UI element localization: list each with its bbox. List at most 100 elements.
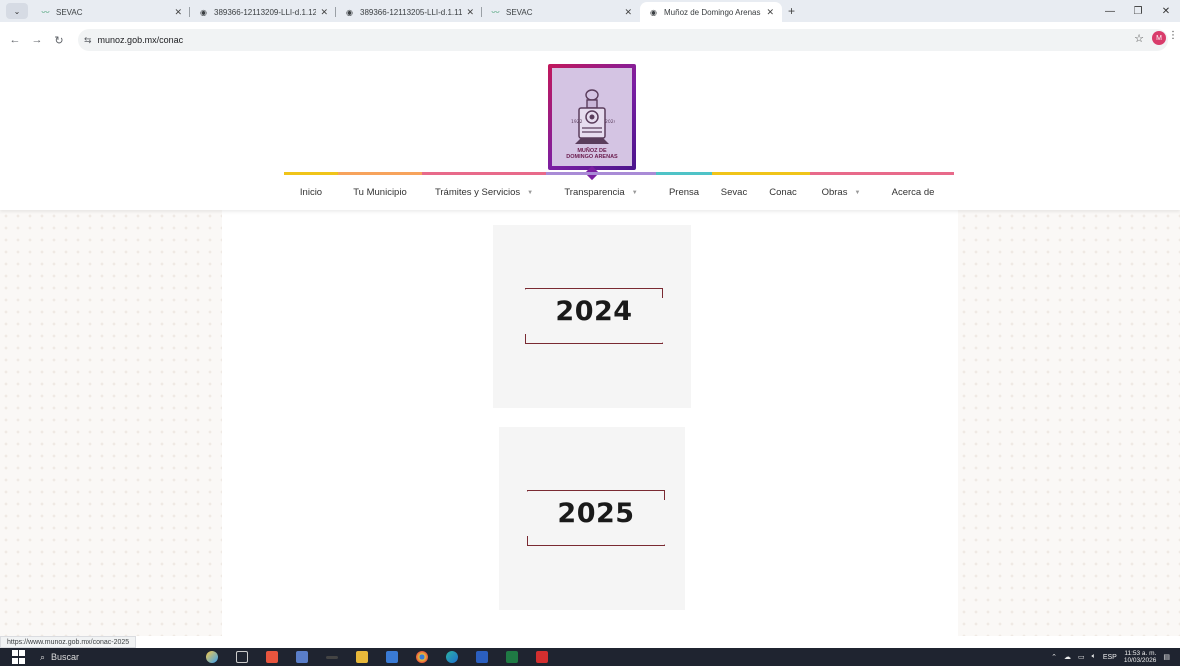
web-page: 1922 2024 MUÑOZ DE DOMINGO ARENAS Inicio… [0,58,1180,636]
nav-label: Trámites y Servicios [434,187,521,198]
logo-text: MUÑOZ DE DOMINGO ARENAS [566,148,617,160]
file-explorer-icon[interactable] [356,651,368,663]
browser-tab-munoz[interactable]: ◉ Muñoz de Domingo Arenas ✕ [640,2,782,22]
year-card-2025[interactable]: 2025 [499,427,685,610]
url-text: munoz.gob.mx/conac [97,35,184,45]
chrome-profile-icon[interactable] [266,651,278,663]
close-icon[interactable]: ✕ [466,7,474,18]
nav-item-tu-municipio[interactable]: Tu Municipio [338,172,422,210]
clock-date: 10/03/2026 [1123,657,1157,664]
year-label: 2024 [555,296,633,327]
search-icon: ⌕ [40,651,46,662]
year-frame: 2024 [525,288,663,344]
clock[interactable]: 11:53 a. m. 10/03/2026 [1124,650,1157,664]
nav-item-acerca-de[interactable]: Acerca de [872,172,954,210]
minimized-app-icon[interactable] [326,655,338,659]
logo-year-left: 1922 [571,119,583,125]
edge-icon[interactable] [446,651,458,663]
address-bar[interactable]: ⇆ munoz.gob.mx/conac [78,29,1168,51]
nav-item-prensa[interactable]: Prensa [656,172,712,210]
nav-item-inicio[interactable]: Inicio [284,172,338,210]
nav-label: Inicio [299,187,323,198]
nav-item-transparencia[interactable]: Transparencia ▼ [546,172,656,210]
chevron-down-icon: ▼ [631,189,638,196]
new-tab-button[interactable]: + [788,4,795,18]
store-icon[interactable] [386,651,398,663]
profile-avatar[interactable]: M [1152,31,1166,45]
excel-icon[interactable] [506,651,518,663]
reload-icon[interactable]: ↻ [50,34,68,47]
chrome-icon[interactable] [416,651,428,663]
logo-emblem: 1922 2024 MUÑOZ DE DOMINGO ARENAS [552,68,632,166]
volume-icon[interactable]: 🔈︎ [1092,653,1096,661]
main-navigation: Inicio Tu Municipio Trámites y Servicios… [284,172,954,210]
tab-search-button[interactable]: ⌄ [6,3,28,19]
nav-label: Sevac [720,187,748,198]
bookmark-star-icon[interactable]: ☆ [1134,32,1144,45]
year-label: 2025 [557,498,635,529]
close-icon[interactable]: ✕ [320,7,328,18]
calculator-icon[interactable] [296,651,308,663]
nav-item-obras[interactable]: Obras ▼ [810,172,872,210]
back-arrow-icon[interactable]: ← [6,34,24,46]
nav-label: Prensa [668,187,700,198]
tab-title: 389366-12113205-LLI-d.1.11_... [360,7,463,17]
decorative-pattern-right [958,210,1180,636]
taskbar-search[interactable]: ⌕ Buscar [40,649,162,665]
nav-label: Acerca de [891,187,935,198]
task-view-icon[interactable] [236,651,248,663]
locomotive-icon: 1922 2024 [571,89,615,144]
acrobat-icon[interactable] [536,651,548,663]
frame-bracket-bottom [527,536,665,546]
restore-icon[interactable]: ❐ [1124,6,1152,17]
logo-year-right: 2024 [605,119,615,125]
system-tray: ⌃ ☁ ▭ 🔈︎ ESP 11:53 a. m. 10/03/2026 ▤ [1044,648,1170,666]
browser-tab-strip: ⌄ 〰 SEVAC ✕ ◉ 389366-12113209-LLI-d.1.12… [0,0,1180,22]
nav-label: Obras [821,187,848,198]
browser-tab-sevac-2[interactable]: 〰 SEVAC ✕ [482,2,640,22]
copilot-icon[interactable] [206,651,218,663]
browser-menu-icon[interactable]: ⋮ [1168,30,1178,41]
nav-item-conac[interactable]: Conac [756,172,810,210]
onedrive-icon[interactable]: ☁ [1064,653,1071,661]
minimize-icon[interactable]: — [1096,6,1124,17]
windows-start-icon[interactable] [12,650,26,664]
network-icon[interactable]: ▭ [1078,653,1085,661]
year-frame: 2025 [527,490,665,546]
site-header: 1922 2024 MUÑOZ DE DOMINGO ARENAS Inicio… [0,58,1180,210]
language-indicator[interactable]: ESP [1103,654,1117,661]
chevron-up-icon[interactable]: ⌃ [1051,653,1057,661]
close-window-icon[interactable]: ✕ [1152,6,1180,17]
tab-title: Muñoz de Domingo Arenas [664,7,761,17]
close-icon[interactable]: ✕ [624,7,632,18]
windows-taskbar: ⌕ Buscar ⌃ ☁ ▭ 🔈︎ ESP 11:53 a. m. 10/03/… [0,648,1180,666]
municipality-logo[interactable]: 1922 2024 MUÑOZ DE DOMINGO ARENAS [548,64,636,170]
notifications-icon[interactable]: ▤ [1163,653,1170,661]
tab-title: 389366-12113209-LLI-d.1.12_... [214,7,317,17]
close-icon[interactable]: ✕ [766,7,774,18]
nav-label: Tu Municipio [353,187,407,198]
taskbar-apps [206,651,566,663]
year-card-2024[interactable]: 2024 [493,225,691,408]
chevron-down-icon: ▼ [527,189,534,196]
nav-item-tramites[interactable]: Trámites y Servicios ▼ [422,172,546,210]
globe-icon: ◉ [650,7,657,17]
browser-tab-document-2[interactable]: ◉ 389366-12113205-LLI-d.1.11_... ✕ [336,2,482,22]
decorative-pattern-left [0,210,222,636]
word-icon[interactable] [476,651,488,663]
tab-title: SEVAC [56,7,83,17]
clock-time: 11:53 a. m. [1124,650,1157,657]
chevron-down-icon: ⌄ [13,6,21,16]
window-controls: — ❐ ✕ [1096,0,1180,22]
sevac-icon: 〰 [41,7,50,17]
globe-icon: ◉ [200,7,207,17]
nav-label: Conac [769,187,797,198]
site-settings-icon[interactable]: ⇆ [84,35,92,46]
forward-arrow-icon[interactable]: → [28,34,46,46]
browser-tab-document-1[interactable]: ◉ 389366-12113209-LLI-d.1.12_... ✕ [190,2,336,22]
browser-tab-sevac-1[interactable]: 〰 SEVAC ✕ [32,2,190,22]
sevac-icon: 〰 [491,7,500,17]
nav-item-sevac[interactable]: Sevac [712,172,756,210]
close-icon[interactable]: ✕ [174,7,182,18]
search-placeholder: Buscar [51,652,80,662]
